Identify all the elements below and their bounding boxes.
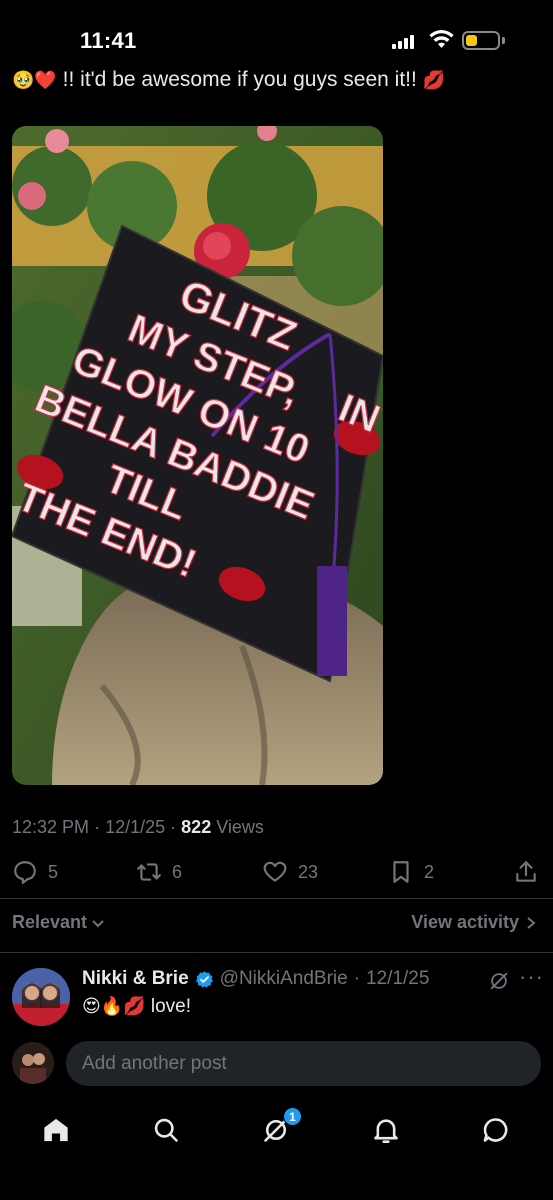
chevron-down-icon <box>92 919 104 927</box>
cellular-signal-icon <box>392 34 418 49</box>
chevron-right-icon <box>527 916 536 929</box>
bookmark-icon <box>393 861 409 883</box>
tab-home[interactable] <box>36 1110 76 1150</box>
like-button[interactable]: 23 <box>262 852 318 892</box>
reply-count: 5 <box>48 861 59 882</box>
post-text-body: !! it'd be awesome if you guys seen it!! <box>56 68 423 91</box>
tab-notifications[interactable] <box>366 1110 406 1150</box>
reply-button[interactable]: 5 <box>12 852 58 892</box>
tab-messages[interactable] <box>476 1110 516 1150</box>
repost-count: 6 <box>172 861 183 882</box>
share-button[interactable] <box>513 852 539 892</box>
user-avatar[interactable] <box>12 1042 54 1084</box>
post-text-trailing-emoji: 💋 <box>422 70 446 91</box>
grok-badge: 1 <box>283 1107 302 1126</box>
reply-text: 😍🔥💋 love! <box>82 996 191 1018</box>
wifi-icon <box>429 30 454 48</box>
heart-icon <box>263 861 287 882</box>
status-time: 11:41 <box>80 28 137 53</box>
post-text: 🥹❤️ !! it'd be awesome if you guys seen … <box>12 68 445 92</box>
divider <box>0 952 553 953</box>
view-activity-label: View activity <box>411 912 519 932</box>
divider <box>0 898 553 899</box>
tab-search[interactable] <box>146 1110 186 1150</box>
battery-cap <box>502 37 505 44</box>
chat-bubble-icon <box>483 1118 508 1142</box>
battery-icon <box>462 31 500 50</box>
view-activity-link[interactable]: View activity <box>411 912 537 933</box>
bell-icon <box>374 1119 398 1143</box>
reply-icon <box>14 861 36 884</box>
meta-separator-2: · <box>170 817 177 837</box>
graduation-cap-photo: GLITZ IN MY STEP, GLOW ON 10 BELLA BADDI… <box>12 126 383 785</box>
meta-separator: · <box>94 817 101 837</box>
post-date: 12/1/25 <box>105 817 166 837</box>
bottom-tab-bar: 1 <box>0 1100 553 1200</box>
reply-date-separator: · <box>353 968 361 989</box>
post-meta: 12:32 PM · 12/1/25 · 822 Views <box>12 817 264 838</box>
post-media-image[interactable]: GLITZ IN MY STEP, GLOW ON 10 BELLA BADDI… <box>12 126 383 785</box>
views-count: 822 <box>181 817 212 837</box>
reply-header: Nikki & Brie @NikkiAndBrie · 12/1/25 <box>82 968 429 990</box>
relevant-filter-button[interactable]: Relevant <box>12 912 105 933</box>
grok-icon[interactable] <box>488 970 510 992</box>
search-icon <box>154 1118 178 1142</box>
avatar[interactable] <box>12 968 70 1026</box>
repost-icon <box>137 863 161 881</box>
bookmark-count: 2 <box>424 861 435 882</box>
post-text-emojis: 🥹❤️ <box>12 70 57 91</box>
post-time: 12:32 PM <box>12 817 90 837</box>
bookmark-button[interactable]: 2 <box>388 852 434 892</box>
like-count: 23 <box>298 861 319 882</box>
repost-button[interactable]: 6 <box>136 852 182 892</box>
status-bar: 11:41 <box>0 0 553 70</box>
verified-badge-icon <box>195 970 213 988</box>
reply-item[interactable]: Nikki & Brie @NikkiAndBrie · 12/1/25 😍🔥💋 l… <box>0 958 553 1033</box>
reply-author-name[interactable]: Nikki & Brie <box>82 968 189 990</box>
reply-body-text: love! <box>145 996 192 1017</box>
compose-bar <box>0 1032 553 1096</box>
reply-input[interactable] <box>66 1041 541 1086</box>
views-label: Views <box>216 817 264 837</box>
post-actions: 5 6 23 2 <box>0 852 553 892</box>
home-icon <box>44 1118 68 1142</box>
reply-author-handle[interactable]: @NikkiAndBrie <box>220 968 348 990</box>
reply-emojis: 😍🔥💋 <box>82 996 146 1017</box>
reply-date: 12/1/25 <box>366 968 430 989</box>
share-icon <box>516 861 536 882</box>
relevant-label: Relevant <box>12 912 88 932</box>
more-options-icon[interactable]: ··· <box>519 964 544 990</box>
